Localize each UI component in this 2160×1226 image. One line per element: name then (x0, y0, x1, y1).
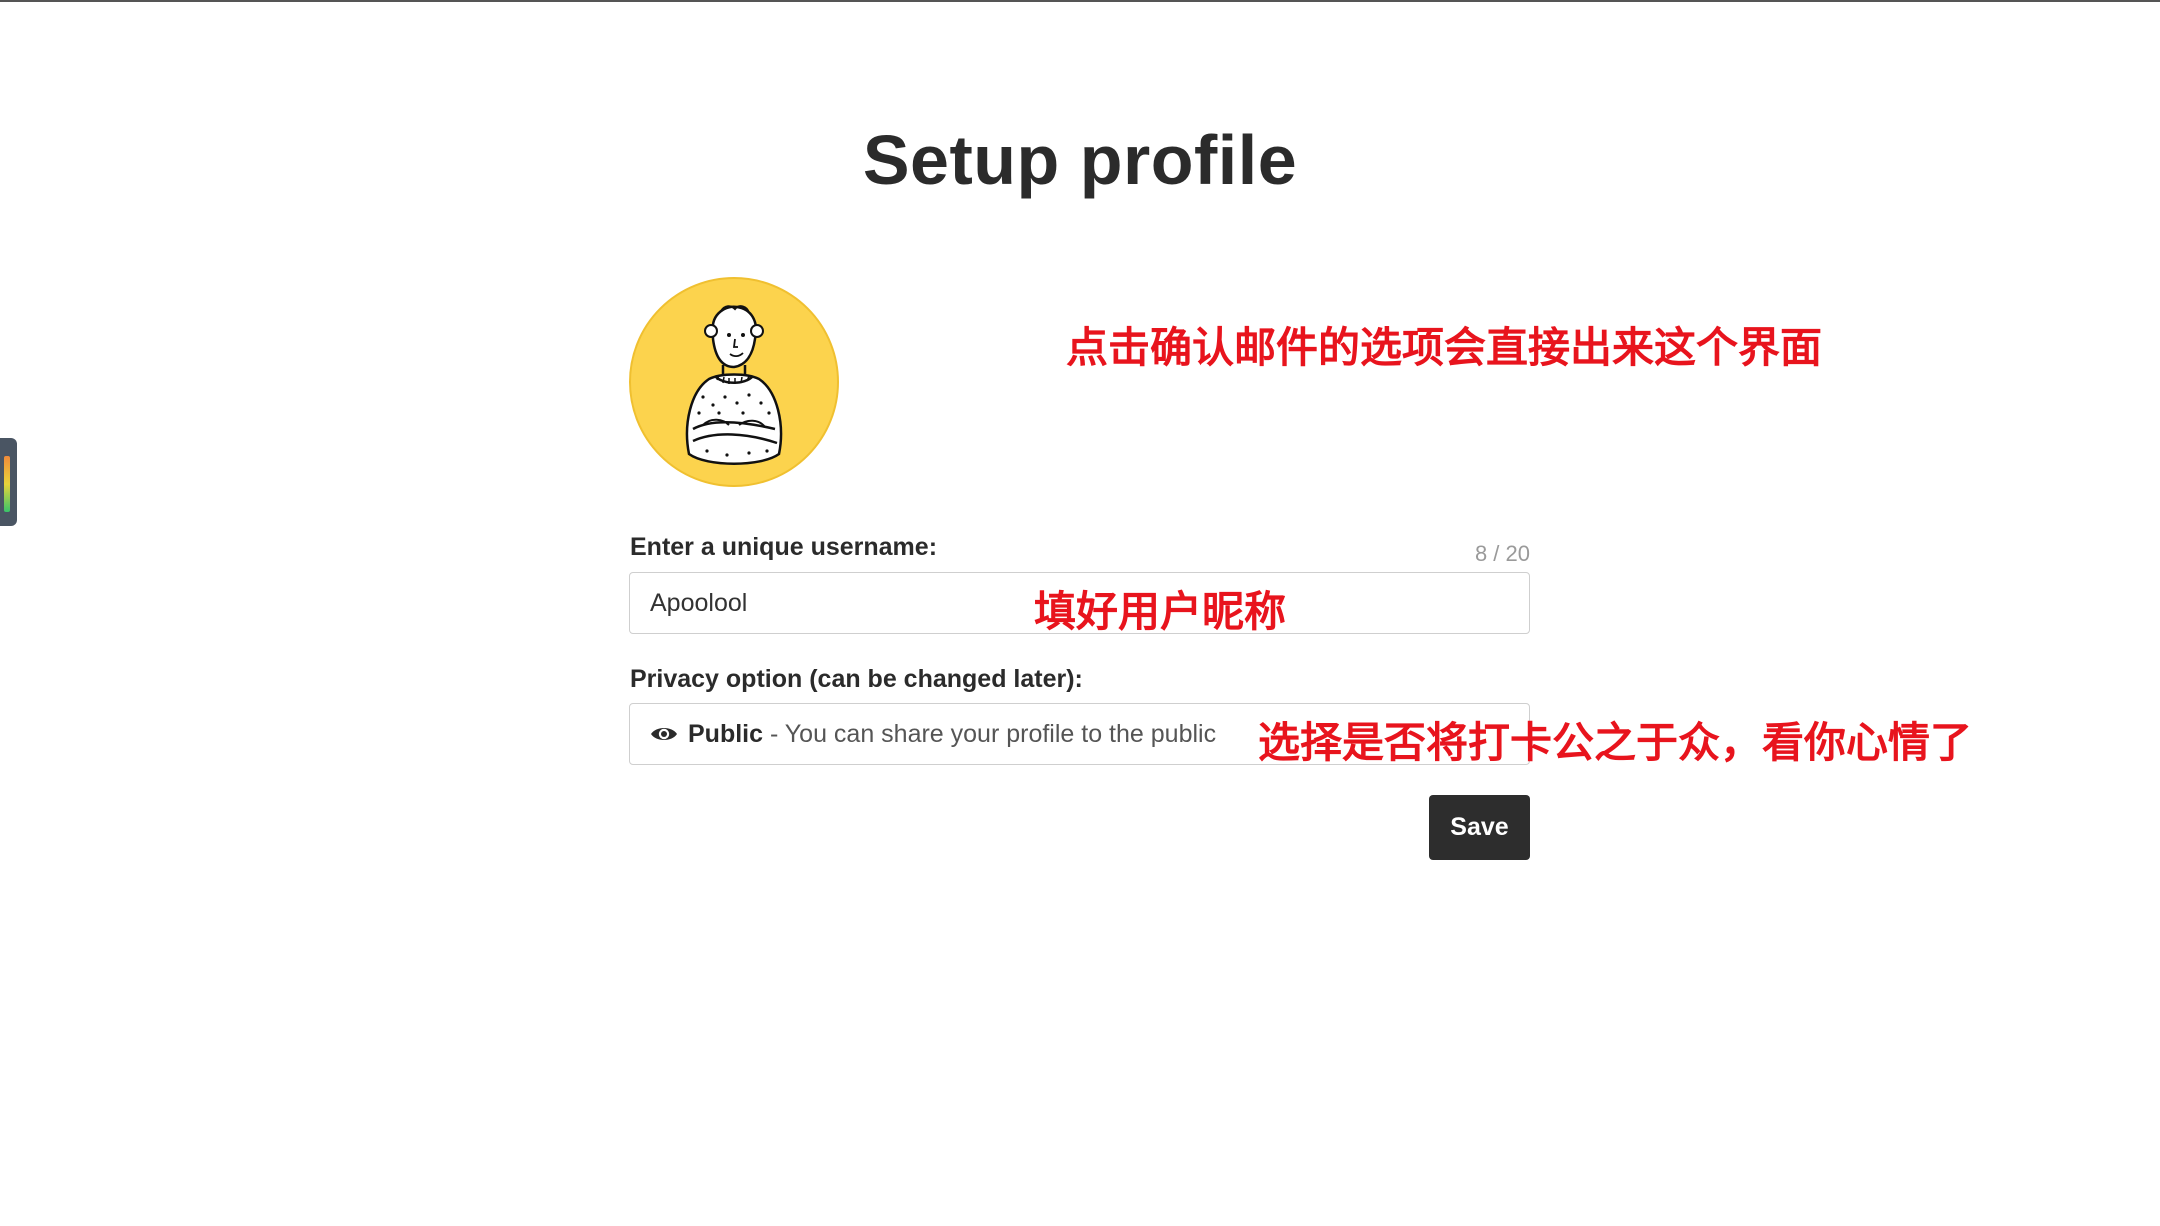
avatar-illustration-icon (685, 305, 783, 465)
username-char-counter: 8 / 20 (1474, 541, 1530, 566)
annotation-top: 点击确认邮件的选项会直接出来这个界面 (1066, 323, 1823, 372)
eye-icon (651, 728, 677, 740)
privacy-label: Privacy option (can be changed later): (630, 665, 1083, 693)
avatar[interactable] (629, 277, 839, 487)
side-widget[interactable] (0, 438, 17, 526)
top-border (0, 0, 2160, 2)
annotation-privacy: 选择是否将打卡公之于众，看你心情了 (1258, 718, 1973, 767)
username-label: Enter a unique username: (630, 533, 938, 561)
save-button[interactable]: Save (1429, 795, 1530, 860)
username-input-value: Apoolool (650, 588, 748, 617)
level-meter-icon (4, 456, 10, 512)
privacy-option-desc: - You can share your profile to the publ… (763, 719, 1217, 748)
privacy-option-name: Public (688, 719, 764, 748)
page-title: Setup profile (862, 121, 1298, 199)
page: Setup profile 点击确认邮件的选项会直接出来这个界面 Enter a… (0, 0, 2160, 1226)
annotation-username: 填好用户昵称 (1034, 587, 1287, 636)
